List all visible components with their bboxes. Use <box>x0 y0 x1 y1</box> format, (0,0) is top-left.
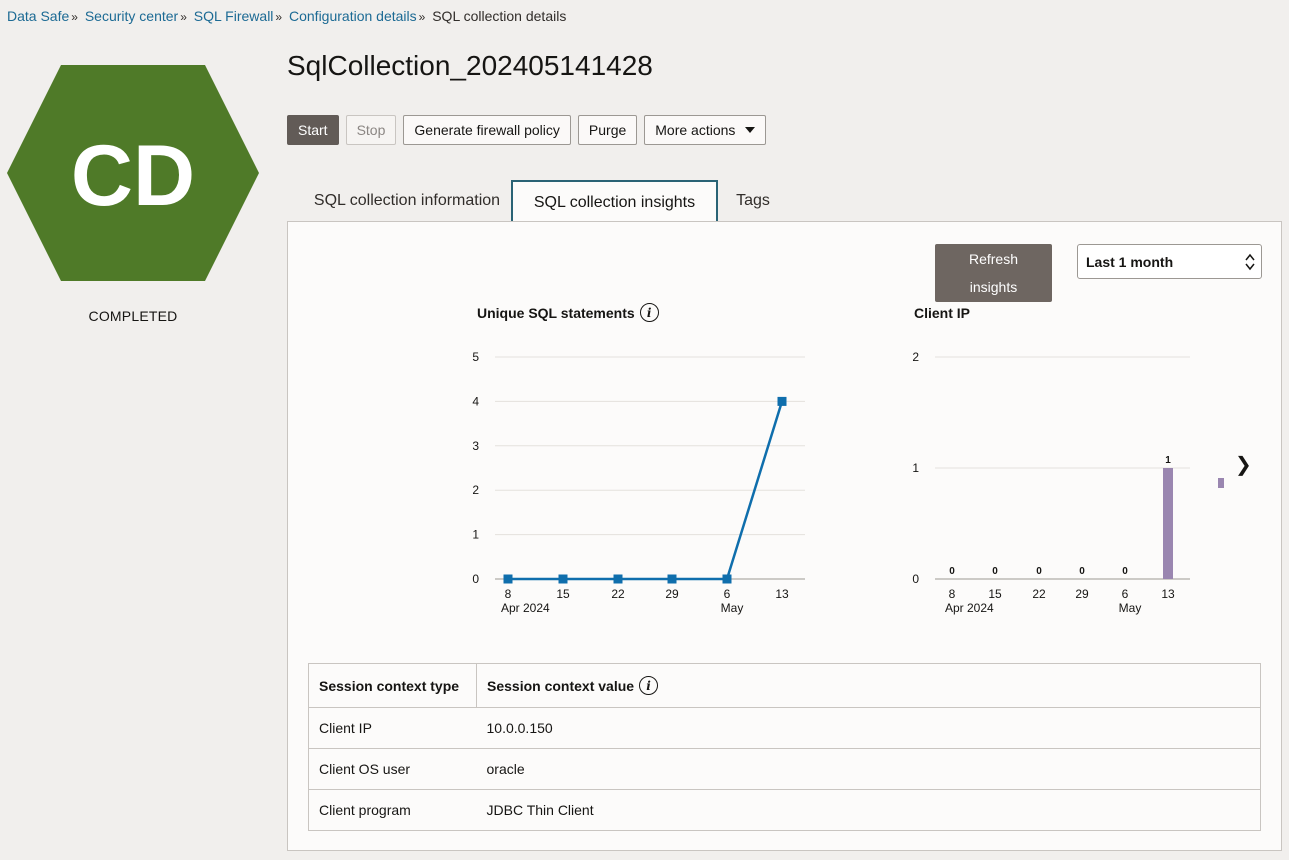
y-tick-label: 0 <box>472 572 479 586</box>
column-header-value-text: Session context value <box>487 677 635 694</box>
bar <box>1163 468 1173 579</box>
breadcrumb-separator-icon: » <box>418 10 426 24</box>
caret-down-icon <box>745 127 756 133</box>
data-point <box>503 574 513 584</box>
select-updown-icon <box>1245 253 1255 271</box>
chart-title-client-ip: Client IP <box>914 305 970 321</box>
data-label: 0 <box>1122 566 1128 577</box>
generate-firewall-policy-button[interactable]: Generate firewall policy <box>403 115 571 145</box>
breadcrumb-data-safe[interactable]: Data Safe <box>7 8 69 24</box>
data-label: 0 <box>1036 566 1042 577</box>
x-tick-label: 15 <box>556 587 570 601</box>
x-tick-label: 8 <box>949 587 956 601</box>
table-cell: Client program <box>308 789 477 831</box>
data-label: 0 <box>949 566 955 577</box>
tab-tags[interactable]: Tags <box>723 180 783 222</box>
column-header-type: Session context type <box>308 663 477 708</box>
time-range-value: Last 1 month <box>1086 253 1174 270</box>
y-tick-label: 2 <box>912 350 919 364</box>
breadcrumb-separator-icon: » <box>180 10 187 24</box>
x-tick-label: 6 <box>724 587 731 601</box>
breadcrumb-sql-firewall[interactable]: SQL Firewall <box>194 8 274 24</box>
data-point <box>667 574 677 584</box>
x-tick-sublabel: May <box>1119 601 1142 615</box>
chart-next-icon[interactable]: ❯ <box>1235 452 1252 477</box>
breadcrumb-separator-icon: » <box>275 10 283 24</box>
x-tick-sublabel: May <box>721 601 744 615</box>
start-button[interactable]: Start <box>287 115 339 145</box>
unique-sql-title-text: Unique SQL statements <box>477 304 635 321</box>
insights-panel: Refresh insights Last 1 month Unique SQL… <box>287 221 1282 851</box>
x-tick-sublabel: Apr 2024 <box>501 601 550 615</box>
data-label: 1 <box>1165 455 1171 466</box>
x-tick-label: 6 <box>1122 587 1129 601</box>
table-row: Client OS user oracle <box>308 748 1261 790</box>
table-header-row: Session context type Session context val… <box>308 663 1261 708</box>
info-icon[interactable]: i <box>639 303 659 322</box>
client-ip-title-text: Client IP <box>914 305 971 321</box>
more-actions-label: More actions <box>655 122 736 138</box>
x-tick-label: 13 <box>1161 587 1175 601</box>
x-tick-label: 29 <box>665 587 679 601</box>
refresh-label-line1: Refresh <box>968 251 1019 267</box>
action-toolbar: Start Stop Generate firewall policy Purg… <box>287 115 767 145</box>
refresh-insights-button[interactable]: Refresh insights <box>935 244 1052 302</box>
data-label: 0 <box>1079 566 1085 577</box>
x-tick-label: 29 <box>1075 587 1089 601</box>
data-point <box>613 574 623 584</box>
legend-swatch <box>1218 478 1224 488</box>
purge-button[interactable]: Purge <box>577 115 638 145</box>
x-tick-label: 13 <box>775 587 789 601</box>
more-actions-button[interactable]: More actions <box>644 115 767 145</box>
table-cell: JDBC Thin Client <box>476 789 1261 831</box>
data-point <box>777 396 787 406</box>
stop-button[interactable]: Stop <box>345 115 397 145</box>
y-tick-label: 1 <box>912 461 919 475</box>
refresh-label-line2: insights <box>969 279 1018 295</box>
client-ip-bar-chart: 0 1 2 8Apr 202415 22 29 6May 13 0 0 0 0 0 1 <box>912 350 1224 615</box>
table-row: Client program JDBC Thin Client <box>308 789 1261 831</box>
page-title: SqlCollection_202405141428 <box>287 50 653 81</box>
table-cell: oracle <box>476 748 1261 790</box>
table-cell: Client OS user <box>308 748 477 790</box>
tab-bar: SQL collection information SQL collectio… <box>287 180 1282 224</box>
y-tick-label: 0 <box>912 572 919 586</box>
column-header-value: Session context value i <box>476 663 1261 708</box>
y-tick-label: 5 <box>472 350 479 364</box>
x-tick-label: 15 <box>988 587 1002 601</box>
session-context-table: Session context type Session context val… <box>308 663 1261 831</box>
unique-sql-line-chart: 0 1 2 3 4 5 8Apr 2024 15 22 29 6May 13 <box>472 350 805 615</box>
status-hexagon-badge: CD <box>7 65 259 281</box>
breadcrumb-current: SQL collection details <box>432 8 567 24</box>
y-tick-label: 2 <box>472 483 479 497</box>
x-tick-label: 22 <box>611 587 625 601</box>
time-range-select[interactable]: Last 1 month <box>1077 244 1262 279</box>
table-cell: 10.0.0.150 <box>476 707 1261 749</box>
badge-initials: CD <box>71 128 195 224</box>
x-tick-label: 22 <box>1032 587 1046 601</box>
breadcrumb: Data Safe» Security center» SQL Firewall… <box>7 8 566 24</box>
tab-sql-collection-insights[interactable]: SQL collection insights <box>511 180 718 224</box>
table-cell: Client IP <box>308 707 477 749</box>
chart-title-unique-sql: Unique SQL statements i <box>477 303 659 322</box>
breadcrumb-configuration-details[interactable]: Configuration details <box>289 8 417 24</box>
info-icon[interactable]: i <box>639 676 659 695</box>
status-label: COMPLETED <box>88 308 178 324</box>
y-tick-label: 3 <box>472 439 479 453</box>
data-point <box>558 574 568 584</box>
breadcrumb-security-center[interactable]: Security center <box>85 8 178 24</box>
tab-sql-collection-information[interactable]: SQL collection information <box>297 180 517 222</box>
breadcrumb-separator-icon: » <box>71 10 78 24</box>
x-tick-sublabel: Apr 2024 <box>945 601 994 615</box>
data-point <box>722 574 732 584</box>
data-label: 0 <box>992 566 998 577</box>
y-tick-label: 1 <box>472 528 479 542</box>
table-row: Client IP 10.0.0.150 <box>308 707 1261 749</box>
y-tick-label: 4 <box>472 394 479 408</box>
x-tick-label: 8 <box>505 587 512 601</box>
